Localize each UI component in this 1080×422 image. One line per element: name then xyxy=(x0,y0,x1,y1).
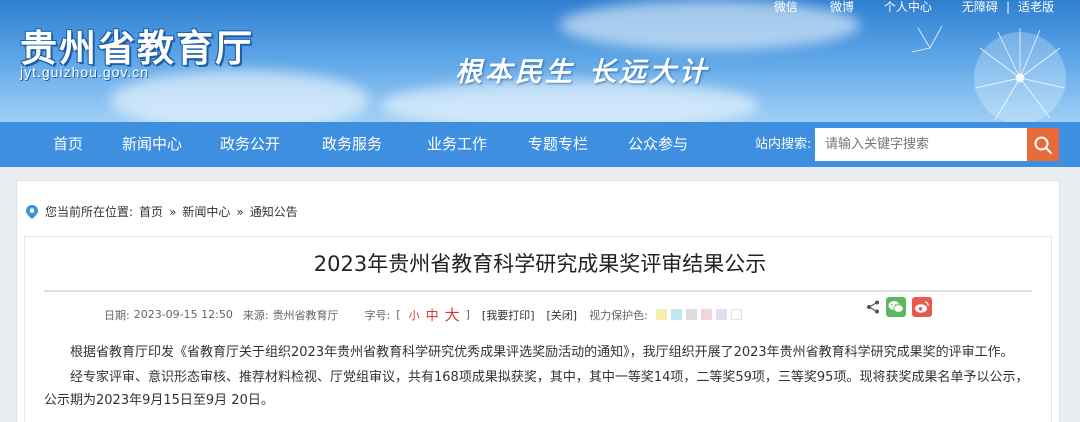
article-meta-bar: 日期: 2023-09-15 12:50 来源: 贵州省教育厅 字号: [ 小 … xyxy=(104,304,742,325)
site-domain: jyt.guizhou.gov.cn xyxy=(20,64,150,80)
close-button[interactable]: [关闭] xyxy=(547,307,578,323)
search-icon xyxy=(1034,136,1053,154)
nav-public-participation[interactable]: 公众参与 xyxy=(628,122,688,167)
publish-date: 2023-09-15 12:50 xyxy=(133,308,233,321)
eye-color-yellow[interactable] xyxy=(655,309,667,320)
nav-special-topics[interactable]: 专题专栏 xyxy=(528,122,588,167)
bracket-open: [ xyxy=(396,308,401,321)
weibo-link[interactable]: 微博 xyxy=(822,0,862,14)
eye-protection-label: 视力保护色: xyxy=(589,308,648,322)
nav-business-work[interactable]: 业务工作 xyxy=(427,122,487,167)
breadcrumb-prefix: 您当前所在位置: xyxy=(45,205,134,219)
date-label: 日期: xyxy=(104,308,130,322)
eye-color-blue[interactable] xyxy=(670,309,682,320)
personal-center-link[interactable]: 个人中心 xyxy=(876,0,940,14)
nav-news-center[interactable]: 新闻中心 xyxy=(122,122,182,167)
article-title: 2023年贵州省教育科学研究成果奖评审结果公示 xyxy=(313,252,767,276)
font-size-small-button[interactable]: 小 xyxy=(409,307,420,323)
breadcrumb-home[interactable]: 首页 xyxy=(139,203,163,220)
source-label: 来源: xyxy=(242,308,269,322)
nav-home[interactable]: 首页 xyxy=(53,122,83,167)
nav-government-affairs-disclosure[interactable]: 政务公开 xyxy=(220,122,280,167)
search-button[interactable] xyxy=(1027,128,1059,161)
article-source: 贵州省教育厅 xyxy=(272,308,339,322)
breadcrumb-separator: » xyxy=(236,204,244,219)
slogan-part-one: 根本民生 xyxy=(455,57,575,88)
weibo-icon xyxy=(915,301,929,313)
bracket-close: ] xyxy=(465,308,470,321)
share-icon[interactable] xyxy=(866,300,880,314)
eye-color-gray[interactable] xyxy=(685,309,697,320)
font-size-large-button[interactable]: 大 xyxy=(445,304,460,325)
weibo-share-button[interactable] xyxy=(912,297,932,317)
top-utility-links: 微信 微博 个人中心 无障碍 | 适老版 xyxy=(766,0,1062,14)
eye-color-pink[interactable] xyxy=(700,309,712,320)
share-bar xyxy=(866,297,932,317)
print-button[interactable]: [我要打印] xyxy=(482,307,535,323)
accessibility-link[interactable]: 无障碍 xyxy=(954,0,1006,14)
slogan-part-two: 长远大计 xyxy=(589,57,709,88)
breadcrumb-news-center[interactable]: 新闻中心 xyxy=(182,203,230,220)
breadcrumb-separator: » xyxy=(169,204,177,219)
site-search-input[interactable] xyxy=(815,128,1027,161)
location-pin-icon xyxy=(26,204,38,219)
site-slogan: 根本民生 长远大计 xyxy=(455,50,709,89)
wechat-link[interactable]: 微信 xyxy=(766,0,806,14)
breadcrumb-current[interactable]: 通知公告 xyxy=(250,203,298,220)
article-paragraph: 经专家评审、意识形态审核、推荐材料检视、厅党组审议，共有168项成果拟获奖，其中… xyxy=(44,370,1029,408)
breadcrumb: 您当前所在位置: 首页 » 新闻中心 » 通知公告 xyxy=(25,203,298,220)
wechat-share-button[interactable] xyxy=(886,297,906,317)
title-divider xyxy=(44,290,1032,292)
site-header-banner: 贵州省教育厅 jyt.guizhou.gov.cn 根本民生 长远大计 微信 微博… xyxy=(0,0,1080,122)
wechat-icon xyxy=(888,301,904,313)
article-paragraph: 根据省教育厅印发《省教育厅关于组织2023年贵州省教育科学研究优秀成果评选奖励活… xyxy=(70,345,1014,360)
dandelion-icon xyxy=(911,25,1066,122)
eye-color-white[interactable] xyxy=(730,309,742,320)
font-size-medium-button[interactable]: 中 xyxy=(426,305,439,324)
nav-government-services[interactable]: 政务服务 xyxy=(322,122,382,167)
eye-color-lavender[interactable] xyxy=(715,309,727,320)
site-search-label: 站内搜索: xyxy=(755,137,812,152)
elderly-mode-link[interactable]: 适老版 xyxy=(1010,0,1062,14)
font-size-label: 字号: xyxy=(364,308,391,322)
